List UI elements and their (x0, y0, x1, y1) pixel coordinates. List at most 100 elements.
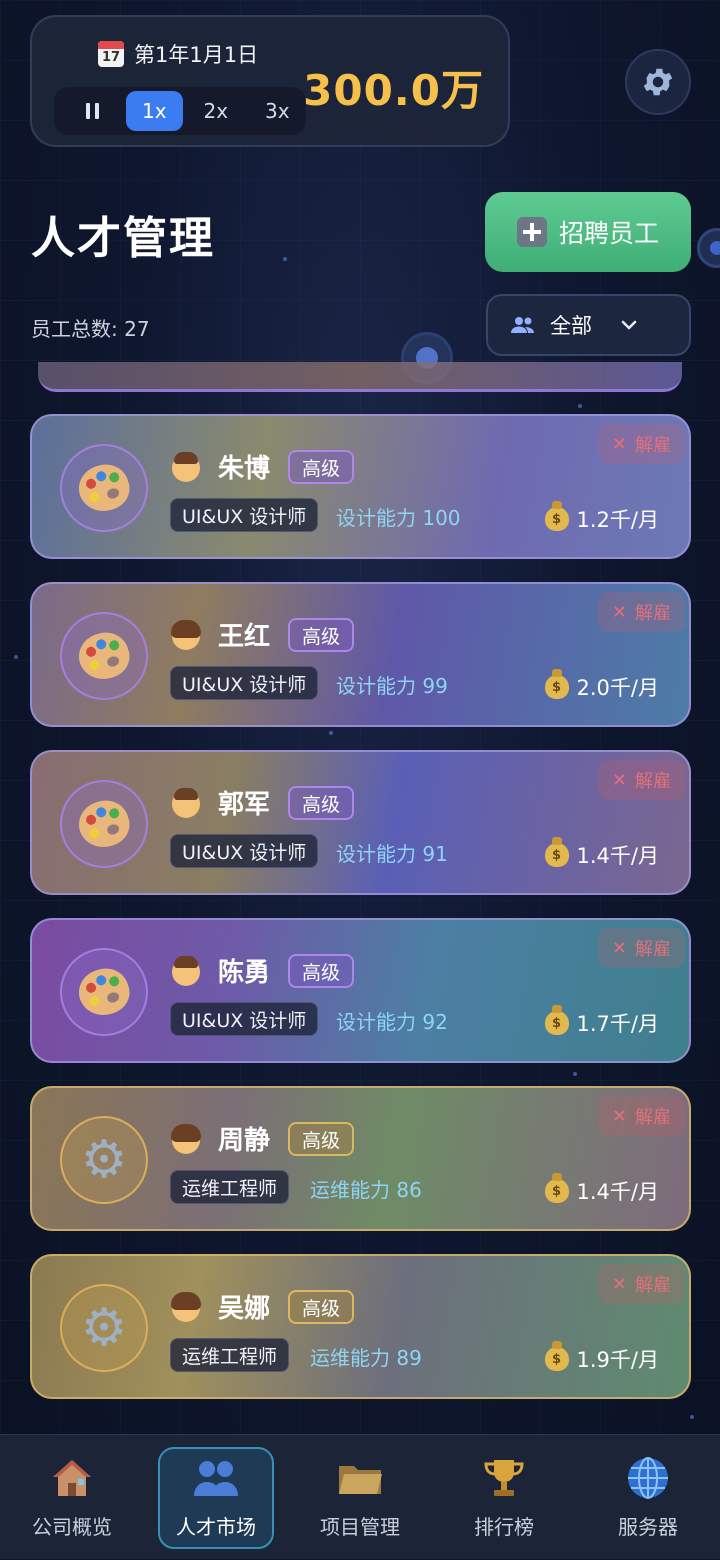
filter-dropdown[interactable]: 全部 (486, 294, 691, 356)
level-badge: 高级 (288, 618, 355, 652)
role-avatar: ⚙ (60, 1284, 148, 1372)
fire-label: 解雇 (635, 939, 671, 960)
fire-button[interactable]: ✕ 解雇 (597, 928, 685, 968)
money-display: 300.0万 (303, 66, 484, 115)
employee-card[interactable]: ⚙ 周静 高级 运维工程师 运维能力 86 $1.4千/月 ✕ 解雇 (30, 1086, 691, 1231)
nav-item-leaderboard[interactable]: 排行榜 (432, 1435, 576, 1560)
fire-label: 解雇 (635, 771, 671, 792)
level-badge: 高级 (288, 786, 355, 820)
recruit-button[interactable]: 招聘员工 (485, 192, 691, 272)
fire-label: 解雇 (635, 1107, 671, 1128)
salary: $1.4千/月 (544, 837, 659, 870)
fire-button[interactable]: ✕ 解雇 (597, 1264, 685, 1304)
role-tag: UI&UX 设计师 (170, 498, 319, 532)
level-badge: 高级 (288, 450, 355, 484)
level-badge: 高级 (288, 954, 355, 988)
employee-card[interactable]: 朱博 高级 UI&UX 设计师 设计能力 100 $1.2千/月 ✕ 解雇 (30, 414, 691, 559)
role-tag: UI&UX 设计师 (170, 666, 319, 700)
gear-icon (643, 68, 673, 96)
star-dot (329, 731, 333, 735)
star-dot (573, 1072, 577, 1076)
salary-text: 1.4千/月 (576, 1180, 659, 1204)
person-icon (172, 956, 200, 986)
employee-card[interactable]: ⚙ 吴娜 高级 运维工程师 运维能力 89 $1.9千/月 ✕ 解雇 (30, 1254, 691, 1399)
close-icon: ✕ (611, 937, 627, 959)
skill-value: 设计能力 100 (336, 506, 461, 530)
pause-button[interactable] (64, 91, 122, 131)
role-avatar (60, 780, 148, 868)
skill-value: 设计能力 92 (336, 1010, 448, 1034)
person-icon (171, 1124, 201, 1154)
salary-text: 1.9千/月 (576, 1348, 659, 1372)
level-badge: 高级 (288, 1122, 355, 1156)
game-status-bar: 17 第1年1月1日 1x 2x 3x 300.0万 (30, 15, 510, 147)
employee-name: 周静 (218, 1126, 271, 1156)
house-icon (48, 1455, 96, 1501)
star-dot (14, 655, 18, 659)
role-avatar (60, 948, 148, 1036)
settings-button[interactable] (625, 49, 691, 115)
recruit-label: 招聘员工 (558, 219, 659, 248)
employee-card-partial (38, 362, 682, 392)
salary: $1.7千/月 (544, 1005, 659, 1038)
fire-button[interactable]: ✕ 解雇 (597, 760, 685, 800)
person-icon (171, 620, 201, 650)
chevron-down-icon (621, 320, 637, 330)
palette-icon (73, 962, 135, 1022)
fire-label: 解雇 (635, 1275, 671, 1296)
fire-button[interactable]: ✕ 解雇 (597, 592, 685, 632)
salary-text: 1.7千/月 (576, 1012, 659, 1036)
star-dot (283, 257, 287, 261)
speed-1x-button[interactable]: 1x (125, 91, 183, 131)
nav-item-project-management[interactable]: 项目管理 (288, 1435, 432, 1560)
money-bag-icon: $ (544, 1005, 569, 1035)
money-bag-icon: $ (544, 1173, 569, 1203)
role-tag: UI&UX 设计师 (170, 1002, 319, 1036)
money-bag-icon: $ (544, 1341, 569, 1371)
speed-control: 1x 2x 3x (54, 87, 306, 135)
person-icon (172, 452, 200, 482)
palette-icon (73, 458, 135, 518)
money-bag-icon: $ (544, 837, 569, 867)
skill-value: 设计能力 99 (336, 674, 448, 698)
close-icon: ✕ (611, 433, 627, 455)
salary-text: 1.2千/月 (576, 508, 659, 532)
skill-value: 运维能力 86 (310, 1178, 422, 1202)
fire-button[interactable]: ✕ 解雇 (597, 1096, 685, 1136)
fire-label: 解雇 (635, 435, 671, 456)
salary-text: 1.4千/月 (576, 844, 659, 868)
close-icon: ✕ (611, 601, 627, 623)
employee-card[interactable]: 郭军 高级 UI&UX 设计师 设计能力 91 $1.4千/月 ✕ 解雇 (30, 750, 691, 895)
nav-item-talent-market[interactable]: 人才市场 (144, 1435, 288, 1560)
star-dot (690, 1415, 694, 1419)
money-bag-icon: $ (544, 501, 569, 531)
nav-item-server[interactable]: 服务器 (576, 1435, 720, 1560)
nav-label: 人才市场 (176, 1515, 256, 1539)
salary-text: 2.0千/月 (576, 676, 659, 700)
close-icon: ✕ (611, 1273, 627, 1295)
role-tag: UI&UX 设计师 (170, 834, 319, 868)
star-dot (578, 404, 582, 408)
speed-3x-button[interactable]: 3x (249, 91, 307, 131)
person-icon (172, 788, 200, 818)
fire-button[interactable]: ✕ 解雇 (597, 424, 685, 464)
speed-2x-button[interactable]: 2x (187, 91, 245, 131)
employee-name: 郭军 (218, 790, 271, 820)
people-icon (511, 317, 534, 333)
nav-item-company-overview[interactable]: 公司概览 (0, 1435, 144, 1560)
nav-label: 公司概览 (32, 1515, 112, 1539)
employee-card[interactable]: 王红 高级 UI&UX 设计师 设计能力 99 $2.0千/月 ✕ 解雇 (30, 582, 691, 727)
employee-card[interactable]: 陈勇 高级 UI&UX 设计师 设计能力 92 $1.7千/月 ✕ 解雇 (30, 918, 691, 1063)
date-text: 第1年1月1日 (134, 43, 259, 67)
employee-name: 王红 (218, 622, 271, 652)
salary: $1.2千/月 (544, 501, 659, 534)
folder-icon (336, 1455, 384, 1501)
pause-icon (86, 103, 100, 119)
person-icon (171, 1292, 201, 1322)
trophy-icon (480, 1455, 528, 1501)
palette-icon (73, 626, 135, 686)
close-icon: ✕ (611, 1105, 627, 1127)
gear-icon: ⚙ (80, 1298, 128, 1358)
close-icon: ✕ (611, 769, 627, 791)
role-avatar (60, 444, 148, 532)
